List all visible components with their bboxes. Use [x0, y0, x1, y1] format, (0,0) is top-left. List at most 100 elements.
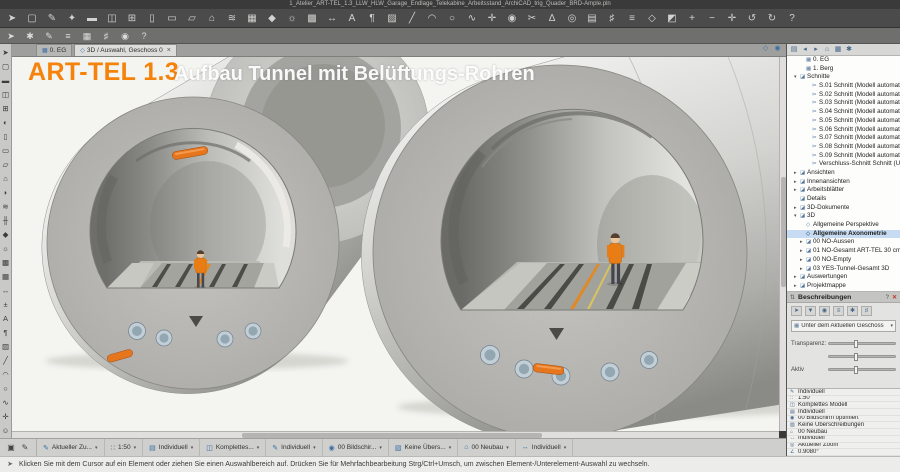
window-icon[interactable]: ⊞: [0, 102, 12, 116]
wall-icon[interactable]: ▬: [0, 74, 12, 88]
navigator-item[interactable]: ✂ S.01 Schnitt (Modell automatisch wiede…: [787, 82, 900, 91]
tri-closed-icon[interactable]: ▸: [800, 256, 805, 265]
fill-icon[interactable]: ▨: [386, 9, 398, 28]
dimension-icon[interactable]: ↔: [326, 9, 338, 28]
navigator-item[interactable]: ▾ ◪ Schnitte: [787, 73, 900, 82]
quick-options-icon[interactable]: ▣: [6, 439, 16, 457]
camera-icon[interactable]: ◉: [773, 44, 782, 54]
help-icon[interactable]: ?: [138, 28, 150, 44]
tri-closed-icon[interactable]: ▸: [794, 186, 799, 195]
marquee-icon[interactable]: ▢: [26, 9, 38, 28]
tri-closed-icon[interactable]: ▸: [800, 265, 805, 274]
slider[interactable]: [828, 342, 896, 345]
level-dimension-icon[interactable]: ±: [0, 298, 12, 312]
slider[interactable]: [828, 355, 896, 358]
mesh-icon[interactable]: ▦: [0, 270, 12, 284]
view3d-icon[interactable]: ◇: [761, 44, 770, 54]
arrow-cursor-icon[interactable]: ➤: [5, 28, 17, 44]
navigator-item[interactable]: ▸ ◪ 00 NO-Aussen: [787, 238, 900, 247]
arc-icon[interactable]: ◠: [426, 9, 438, 28]
layers-icon[interactable]: ≡: [626, 9, 638, 28]
roof-icon[interactable]: ⌂: [206, 9, 218, 28]
marquee-icon[interactable]: ▢: [0, 60, 12, 74]
pencil-icon[interactable]: ✎: [43, 28, 55, 44]
spline-icon[interactable]: ∿: [0, 396, 12, 410]
navigator-item[interactable]: ▾ ◪ 3D: [787, 212, 900, 221]
grid-icon[interactable]: ♯: [861, 306, 872, 316]
tri-closed-icon[interactable]: ▸: [794, 282, 799, 291]
view-setting-row[interactable]: ↔ Individuell: [787, 436, 900, 443]
navigator-item[interactable]: ▸ ◪ 03 YES-Tunnel-Gesamt 3D: [787, 265, 900, 274]
mesh-icon[interactable]: ▦: [246, 9, 258, 28]
quick-option[interactable]: ⌂ 00 Neubau: [458, 439, 516, 456]
navigator-item[interactable]: ▸ ◪ 01 NO-Gesamt ART-TEL 30 cm: [787, 247, 900, 256]
settings-icon[interactable]: ✱: [847, 306, 858, 316]
navigator-item[interactable]: ✂ S.05 Schnitt (Modell automatisch wiede…: [787, 117, 900, 126]
roof-icon[interactable]: ⌂: [0, 172, 12, 186]
circle-icon[interactable]: ○: [0, 382, 12, 396]
section-icon[interactable]: ✂: [526, 9, 538, 28]
zoom-in-icon[interactable]: +: [686, 9, 698, 28]
column-icon[interactable]: ▯: [0, 130, 12, 144]
window-icon[interactable]: ⊞: [126, 9, 138, 28]
view-tab[interactable]: ▦ 0. EG: [36, 44, 72, 56]
navigator-item[interactable]: ▦ 0. EG: [787, 56, 900, 65]
stair-icon[interactable]: ≋: [226, 9, 238, 28]
lamp-icon[interactable]: ☼: [0, 242, 12, 256]
map-icon[interactable]: ▦: [834, 44, 842, 56]
eye-icon[interactable]: ◉: [819, 306, 830, 316]
view-setting-row[interactable]: ∠ 0.9080°: [787, 449, 900, 456]
label-icon[interactable]: ¶: [0, 326, 12, 340]
slab-icon[interactable]: ▱: [186, 9, 198, 28]
detail-icon[interactable]: ◎: [566, 9, 578, 28]
worksheet-icon[interactable]: ▤: [586, 9, 598, 28]
help-icon[interactable]: ?: [786, 9, 798, 28]
3d-scene[interactable]: [12, 57, 779, 431]
wall-icon[interactable]: ▬: [86, 9, 98, 28]
figure-icon[interactable]: ☺: [0, 424, 12, 438]
tri-closed-icon[interactable]: ▸: [800, 238, 805, 247]
navigator-item[interactable]: ✂ S.08 Schnitt (Modell automatisch wiede…: [787, 143, 900, 152]
wand-icon[interactable]: ✦: [66, 9, 78, 28]
view-setting-row[interactable]: ◎ Aktueller Zoom: [787, 443, 900, 450]
render-icon[interactable]: ◩: [666, 9, 678, 28]
back-icon[interactable]: ◂: [801, 44, 809, 56]
quick-option[interactable]: ▤ Individuell: [143, 439, 200, 456]
navigator-item[interactable]: ▸ ◪ Projektmappe: [787, 282, 900, 291]
text-icon[interactable]: A: [0, 312, 12, 326]
text-icon[interactable]: A: [346, 9, 358, 28]
navigator-item[interactable]: ✂ S.06 Schnitt (Modell automatisch wiede…: [787, 126, 900, 135]
quick-option[interactable]: ✎ Individuell: [266, 439, 322, 456]
dimension-icon[interactable]: ↔: [0, 284, 12, 298]
navigator-item[interactable]: ✂ S.02 Schnitt (Modell automatisch wiede…: [787, 91, 900, 100]
tri-open-icon[interactable]: ▾: [794, 212, 799, 221]
navigator-item[interactable]: ✂ S.04 Schnitt (Modell automatisch wiede…: [787, 108, 900, 117]
beam-icon[interactable]: ▭: [0, 144, 12, 158]
stair-icon[interactable]: ≋: [0, 200, 12, 214]
hotspot-icon[interactable]: ✛: [486, 9, 498, 28]
window-titlebar[interactable]: 1_Atelier_ART-TEL_1.3_LLW_HLW_Garage_End…: [0, 0, 900, 9]
navigator-item[interactable]: ▸ ◪ Ansichten: [787, 169, 900, 178]
spline-icon[interactable]: ∿: [466, 9, 478, 28]
layers-icon[interactable]: ≡: [833, 306, 844, 316]
navigator-item[interactable]: ◪ Details: [787, 195, 900, 204]
forward-icon[interactable]: ▸: [812, 44, 820, 56]
navigator-item[interactable]: ▸ ◪ Auswertungen: [787, 273, 900, 282]
vertical-scrollbar[interactable]: [779, 57, 786, 431]
view-setting-row[interactable]: ▤ Individuell: [787, 409, 900, 416]
close-tab-icon[interactable]: [167, 47, 171, 54]
arrow-cursor-icon[interactable]: ➤: [6, 9, 18, 28]
camera-icon[interactable]: ◉: [119, 28, 131, 44]
tri-closed-icon[interactable]: ▸: [794, 169, 799, 178]
navigator-item[interactable]: ✂ S.03 Schnitt (Modell automatisch wiede…: [787, 99, 900, 108]
slab-icon[interactable]: ▱: [0, 158, 12, 172]
view-setting-row[interactable]: ▧ Keine Überschreibungen: [787, 422, 900, 429]
lamp-icon[interactable]: ☼: [286, 9, 298, 28]
navigator-item[interactable]: ▸ ◪ Innenansichten: [787, 178, 900, 187]
3d-view-icon[interactable]: ◇: [646, 9, 658, 28]
quick-option[interactable]: ✎ Aktueller Zu...: [37, 439, 105, 456]
zoom-out-icon[interactable]: −: [706, 9, 718, 28]
circle-icon[interactable]: ○: [446, 9, 458, 28]
railing-icon[interactable]: ╫: [0, 214, 12, 228]
view-setting-row[interactable]: ◫ Komplettes Modell: [787, 402, 900, 409]
